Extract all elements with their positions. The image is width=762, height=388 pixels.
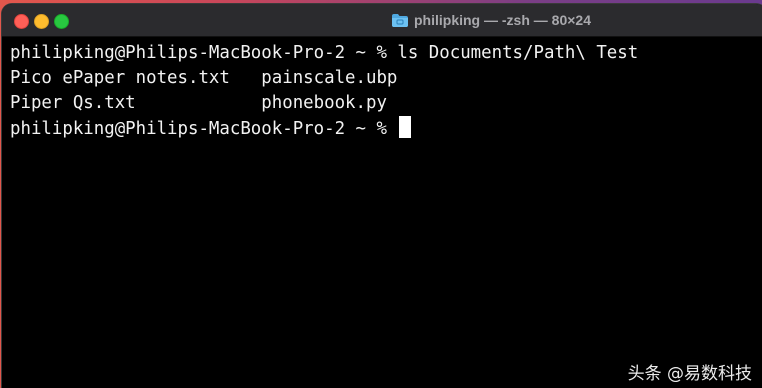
terminal-line-output: Piper Qs.txt phonebook.py bbox=[10, 93, 387, 113]
maximize-button[interactable] bbox=[54, 14, 69, 29]
terminal-line-output: Pico ePaper notes.txt painscale.ubp bbox=[10, 68, 398, 88]
terminal-window[interactable]: philipking — -zsh — 80×24 philipking@Phi… bbox=[2, 4, 762, 388]
shell-prompt: philipking@Philips-MacBook-Pro-2 ~ % bbox=[10, 119, 398, 139]
watermark: 头条 @易数科技 bbox=[627, 364, 752, 384]
terminal-prompt-line[interactable]: philipking@Philips-MacBook-Pro-2 ~ % bbox=[10, 116, 762, 141]
text-cursor bbox=[399, 116, 412, 138]
terminal-line-command: philipking@Philips-MacBook-Pro-2 ~ % ls … bbox=[10, 43, 639, 63]
window-title-group: philipking — -zsh — 80×24 bbox=[392, 4, 591, 36]
window-titlebar[interactable]: philipking — -zsh — 80×24 bbox=[2, 4, 762, 37]
window-title: philipking — -zsh — 80×24 bbox=[414, 12, 591, 28]
close-button[interactable] bbox=[14, 14, 29, 29]
folder-icon bbox=[392, 13, 408, 27]
desktop-background: philipking — -zsh — 80×24 philipking@Phi… bbox=[0, 0, 762, 388]
terminal-output[interactable]: philipking@Philips-MacBook-Pro-2 ~ % ls … bbox=[2, 37, 762, 388]
minimize-button[interactable] bbox=[34, 14, 49, 29]
